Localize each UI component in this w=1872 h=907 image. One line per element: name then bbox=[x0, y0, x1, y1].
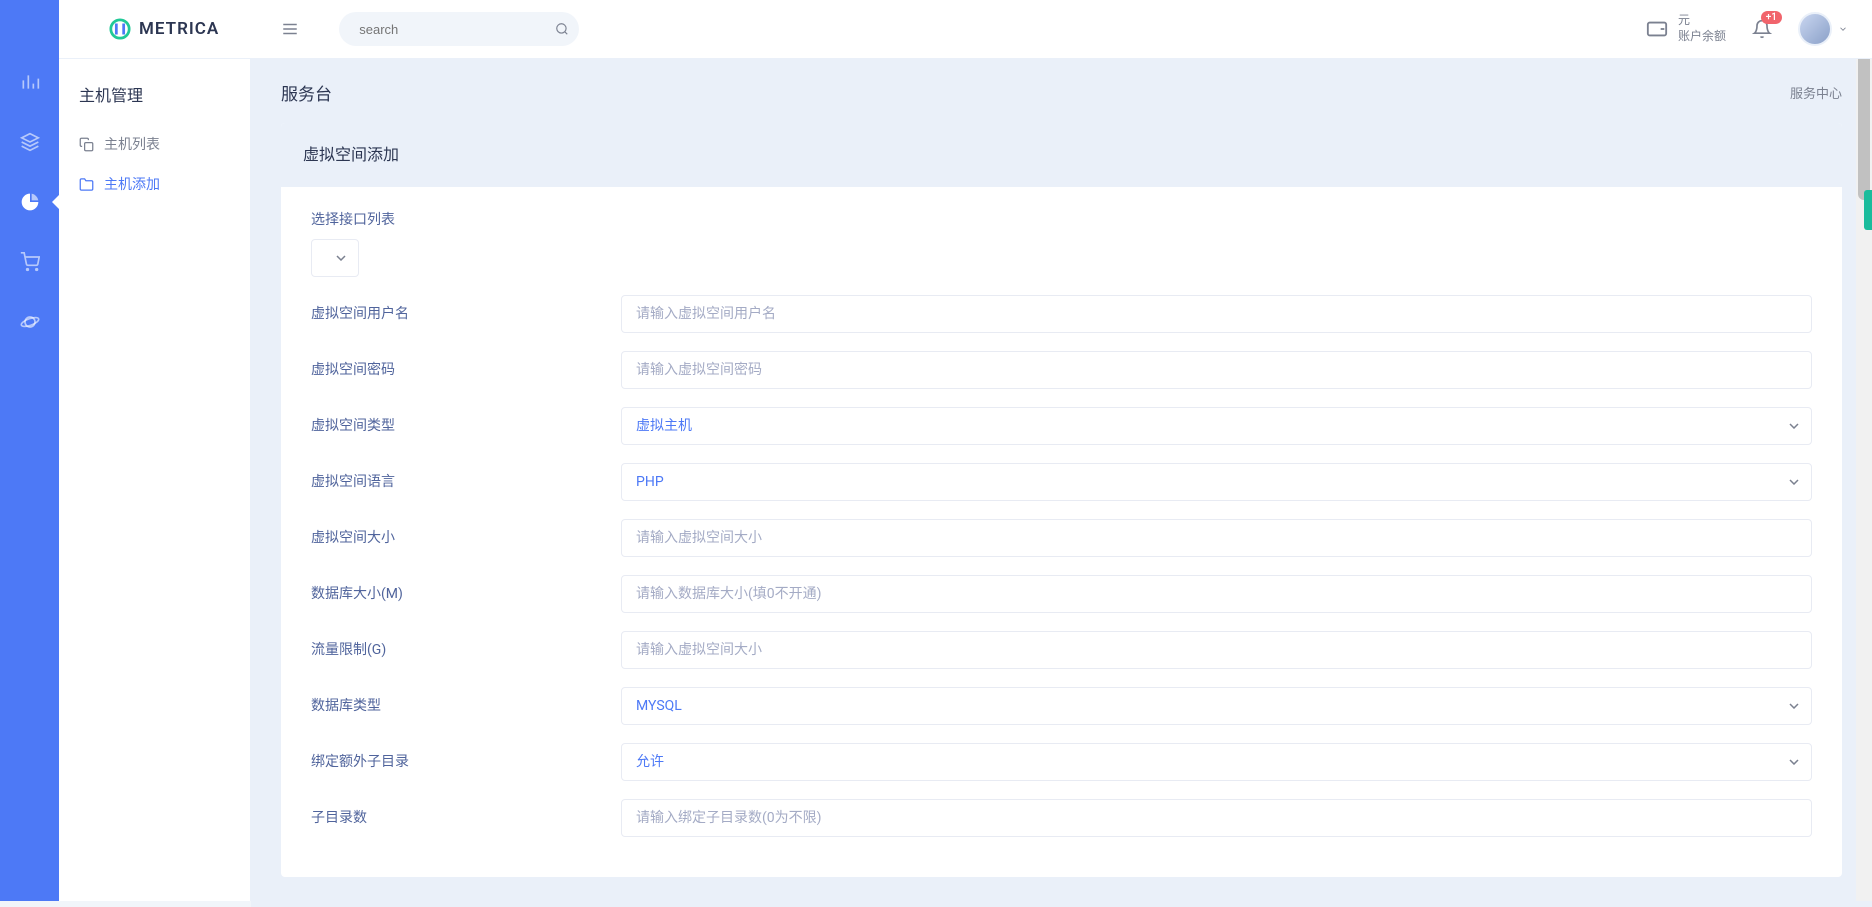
sidebar-icon-layers[interactable] bbox=[18, 130, 42, 154]
menu-toggle-button[interactable] bbox=[281, 20, 299, 38]
copy-icon bbox=[79, 137, 94, 152]
content: 虚拟空间添加 选择接口列表 虚拟空间用户名 虚拟空间密码 bbox=[251, 123, 1872, 907]
field-db-size: 数据库大小(M) bbox=[311, 575, 1812, 613]
balance-widget[interactable]: 元 账户余额 bbox=[1646, 13, 1726, 44]
page-title: 服务台 bbox=[281, 80, 332, 105]
field-traffic: 流量限制(G) bbox=[311, 631, 1812, 669]
notif-badge: +1 bbox=[1761, 11, 1782, 24]
scrollbar[interactable] bbox=[1856, 0, 1872, 901]
logo-icon bbox=[109, 18, 131, 40]
label-username: 虚拟空间用户名 bbox=[311, 295, 621, 323]
field-subdir-count: 子目录数 bbox=[311, 799, 1812, 837]
card-body: 选择接口列表 虚拟空间用户名 虚拟空间密码 虚拟空间类型 虚拟主机 bbox=[281, 187, 1842, 877]
avatar bbox=[1798, 12, 1832, 46]
label-lang: 虚拟空间语言 bbox=[311, 463, 621, 491]
sidebar-icon-analytics[interactable] bbox=[18, 70, 42, 94]
label-type: 虚拟空间类型 bbox=[311, 407, 621, 435]
sidebar-item-label: 主机列表 bbox=[104, 134, 160, 154]
icon-sidebar bbox=[0, 0, 59, 901]
field-api-list: 选择接口列表 bbox=[311, 209, 1812, 277]
field-password: 虚拟空间密码 bbox=[311, 351, 1812, 389]
balance-currency: 元 bbox=[1678, 13, 1726, 29]
field-bind-extra: 绑定额外子目录 允许 bbox=[311, 743, 1812, 781]
search-input[interactable] bbox=[339, 12, 579, 46]
breadcrumb: 服务中心 bbox=[1790, 83, 1842, 102]
label-db-size: 数据库大小(M) bbox=[311, 575, 621, 603]
sub-sidebar-title: 主机管理 bbox=[59, 70, 250, 124]
input-subdir-count[interactable] bbox=[621, 799, 1812, 837]
label-db-type: 数据库类型 bbox=[311, 687, 621, 715]
card-title: 虚拟空间添加 bbox=[281, 123, 1842, 187]
select-type[interactable]: 虚拟主机 bbox=[621, 407, 1812, 445]
label-api-list: 选择接口列表 bbox=[311, 209, 1812, 229]
topbar: METRICA 元 账户余额 +1 bbox=[59, 0, 1872, 59]
brand-logo[interactable]: METRICA bbox=[109, 18, 219, 40]
wallet-icon bbox=[1646, 18, 1668, 40]
notifications-button[interactable]: +1 bbox=[1752, 19, 1772, 39]
page: 服务台 服务中心 虚拟空间添加 选择接口列表 虚拟空间用户名 虚拟空间密码 bbox=[251, 0, 1872, 907]
select-bind-extra[interactable]: 允许 bbox=[621, 743, 1812, 781]
form-card: 虚拟空间添加 选择接口列表 虚拟空间用户名 虚拟空间密码 bbox=[281, 123, 1842, 877]
label-traffic: 流量限制(G) bbox=[311, 631, 621, 659]
sidebar-item-host-add[interactable]: 主机添加 bbox=[59, 164, 250, 204]
sidebar-icon-pie[interactable] bbox=[18, 190, 42, 214]
balance-label: 账户余额 bbox=[1678, 29, 1726, 45]
input-password[interactable] bbox=[621, 351, 1812, 389]
settings-tab[interactable] bbox=[1864, 190, 1872, 230]
field-lang: 虚拟空间语言 PHP bbox=[311, 463, 1812, 501]
chevron-down-icon bbox=[1838, 24, 1848, 34]
brand-name: METRICA bbox=[139, 19, 219, 39]
field-db-type: 数据库类型 MYSQL bbox=[311, 687, 1812, 725]
input-traffic[interactable] bbox=[621, 631, 1812, 669]
folder-open-icon bbox=[79, 177, 94, 192]
sidebar-icon-cart[interactable] bbox=[18, 250, 42, 274]
sidebar-item-label: 主机添加 bbox=[104, 174, 160, 194]
input-db-size[interactable] bbox=[621, 575, 1812, 613]
sidebar-item-host-list[interactable]: 主机列表 bbox=[59, 124, 250, 164]
sidebar-icon-planet[interactable] bbox=[18, 310, 42, 334]
label-size: 虚拟空间大小 bbox=[311, 519, 621, 547]
input-size[interactable] bbox=[621, 519, 1812, 557]
label-bind-extra: 绑定额外子目录 bbox=[311, 743, 621, 771]
field-size: 虚拟空间大小 bbox=[311, 519, 1812, 557]
select-db-type[interactable]: MYSQL bbox=[621, 687, 1812, 725]
field-username: 虚拟空间用户名 bbox=[311, 295, 1812, 333]
user-menu[interactable] bbox=[1798, 12, 1848, 46]
field-type: 虚拟空间类型 虚拟主机 bbox=[311, 407, 1812, 445]
label-subdir-count: 子目录数 bbox=[311, 799, 621, 827]
select-lang[interactable]: PHP bbox=[621, 463, 1812, 501]
sub-sidebar: 主机管理 主机列表 主机添加 bbox=[59, 0, 251, 901]
search-wrap bbox=[339, 12, 579, 46]
topbar-right: 元 账户余额 +1 bbox=[1646, 12, 1848, 46]
select-api-list[interactable] bbox=[311, 239, 359, 277]
input-username[interactable] bbox=[621, 295, 1812, 333]
label-password: 虚拟空间密码 bbox=[311, 351, 621, 379]
